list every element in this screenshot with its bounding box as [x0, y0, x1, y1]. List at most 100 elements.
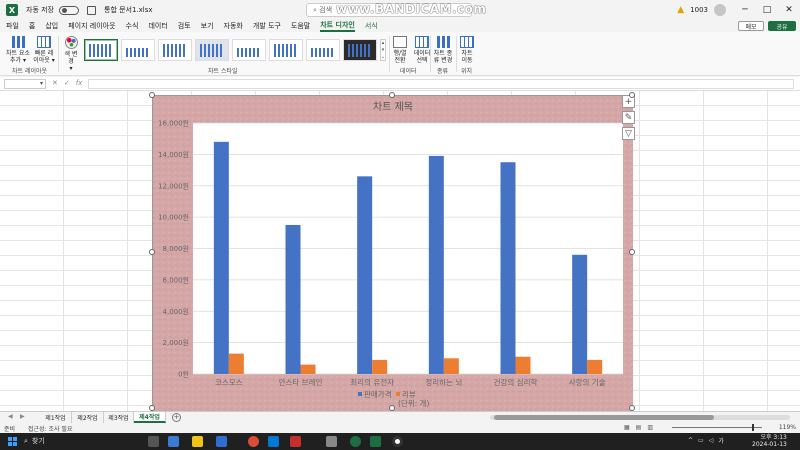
chart-style-1[interactable] — [84, 39, 118, 61]
tab-3[interactable]: 페이지 레이아웃 — [68, 21, 115, 31]
app-icon-5[interactable] — [326, 436, 337, 447]
app-icon-1[interactable] — [168, 436, 179, 447]
tab-1[interactable]: 홈 — [29, 21, 35, 31]
bandicam-watermark: www.BANDICAM.com — [336, 2, 487, 16]
switch-row-column-button[interactable]: 행/열 전환 — [391, 36, 409, 64]
sheet-prev-icon[interactable]: ◀ — [8, 413, 13, 420]
chart-filter-button[interactable]: ▽ — [622, 127, 635, 140]
resize-handle-t[interactable] — [389, 92, 395, 98]
search-icon: ⌕ — [24, 436, 28, 445]
zoom-slider-knob[interactable] — [752, 424, 754, 431]
sheet-tab-4[interactable]: 제4작업 — [134, 412, 166, 423]
share-button[interactable]: 공유 — [768, 21, 796, 31]
change-colors-button[interactable]: 색 변경 ▾ — [62, 36, 80, 72]
page-layout-view-icon[interactable]: ▤ — [636, 424, 642, 431]
windows-start-icon[interactable] — [8, 437, 17, 446]
resize-handle-r[interactable] — [629, 249, 635, 255]
quick-layout-button[interactable]: 빠른 레 이아웃 ▾ — [32, 36, 56, 64]
chart-style-3[interactable] — [158, 39, 192, 61]
y-tick-label: 0원 — [178, 370, 189, 379]
autosave-toggle[interactable] — [59, 5, 79, 15]
add-sheet-button[interactable]: + — [172, 413, 181, 422]
y-tick-label: 4,000원 — [163, 307, 189, 316]
record-icon[interactable] — [392, 436, 403, 447]
app-icon-3[interactable] — [268, 436, 279, 447]
file-explorer-icon[interactable] — [192, 436, 203, 447]
close-button[interactable]: ✕ — [778, 5, 800, 15]
fx-icon[interactable]: fx — [76, 79, 83, 87]
tab-12[interactable]: 서식 — [365, 21, 378, 31]
enter-icon[interactable]: ✓ — [64, 79, 70, 87]
move-chart-button[interactable]: 차트 이동 — [458, 36, 476, 64]
sheet-tab-1[interactable]: 제1작업 — [40, 412, 72, 423]
chart-styles-brush-button[interactable]: ✎ — [622, 111, 635, 124]
app-icon-2[interactable] — [216, 436, 227, 447]
minimize-button[interactable]: ─ — [734, 5, 756, 15]
move-chart-icon — [460, 36, 474, 48]
change-chart-type-button[interactable]: 차트 종 류 변경 — [432, 36, 454, 64]
chrome-icon[interactable] — [248, 436, 259, 447]
accessibility-status[interactable]: 접근성: 조사 필요 — [28, 424, 72, 433]
input-language[interactable]: 가 — [718, 436, 724, 445]
resize-handle-tr[interactable] — [629, 92, 635, 98]
y-tick-label: 16,000원 — [158, 119, 189, 128]
volume-icon[interactable]: ◁ — [709, 437, 714, 444]
chart-style-6[interactable] — [269, 39, 303, 61]
tab-2[interactable]: 삽입 — [45, 21, 58, 31]
user-name[interactable]: 1003 — [690, 6, 708, 14]
app-icon-4[interactable] — [290, 436, 301, 447]
network-icon[interactable]: ▭ — [698, 437, 704, 444]
chart-element-icon — [11, 36, 25, 48]
excel-taskbar-icon[interactable] — [370, 436, 381, 447]
taskbar-clock[interactable]: 오후 3:13 2024-01-13 — [752, 434, 787, 448]
formula-input[interactable] — [88, 79, 794, 89]
location-group-label: 위치 — [461, 68, 473, 75]
tray-chevron-icon[interactable]: ^ — [688, 437, 693, 444]
resize-handle-tl[interactable] — [149, 92, 155, 98]
chart-object[interactable]: 차트 제목 0원 2,000원 4,000원 6,000원 8,000원 10,000원 12… — [152, 95, 633, 411]
task-view-icon[interactable] — [148, 436, 159, 447]
x-tick-label: 안스타 브레인 — [279, 377, 323, 387]
zoom-slider[interactable] — [672, 427, 762, 428]
horizontal-scrollbar[interactable] — [490, 415, 790, 420]
normal-view-icon[interactable]: ▦ — [624, 424, 630, 431]
tab-10[interactable]: 도움말 — [291, 21, 310, 31]
tab-8[interactable]: 자동화 — [224, 21, 243, 31]
tab-9[interactable]: 개발 도구 — [253, 21, 281, 31]
chart-style-5[interactable] — [232, 39, 266, 61]
tab-5[interactable]: 데이터 — [148, 21, 167, 31]
taskbar-search[interactable]: ⌕ 찾기 — [24, 436, 45, 446]
tab-0[interactable]: 파일 — [6, 21, 19, 31]
zoom-level[interactable]: 119% — [779, 424, 796, 431]
chevron-down-icon[interactable]: ▾ — [40, 80, 43, 87]
add-chart-element-button[interactable]: 차트 요소 추가 ▾ — [6, 36, 30, 64]
worksheet-grid[interactable]: 차트 제목 0원 2,000원 4,000원 6,000원 8,000원 10,000원 12… — [0, 91, 800, 411]
memo-button[interactable]: 메모 — [738, 21, 764, 31]
cancel-icon[interactable]: ✕ — [52, 79, 58, 87]
chart-style-8[interactable] — [343, 39, 377, 61]
chart-style-7[interactable] — [306, 39, 340, 61]
maximize-button[interactable]: □ — [756, 5, 778, 15]
save-icon[interactable] — [87, 5, 96, 15]
tab-11[interactable]: 차트 디자인 — [320, 20, 355, 32]
excel-logo-icon: X — [6, 4, 18, 16]
tab-4[interactable]: 수식 — [126, 21, 139, 31]
tab-7[interactable]: 보기 — [201, 21, 214, 31]
file-name[interactable]: 통합 문서1.xlsx — [104, 5, 153, 15]
switch-row-column-icon — [393, 36, 407, 48]
page-break-view-icon[interactable]: ▥ — [647, 424, 653, 431]
avatar[interactable] — [714, 4, 726, 16]
style-gallery-scroll[interactable]: ▴ ▾ ⌄ — [380, 39, 386, 61]
y-tick-label: 12,000원 — [158, 181, 189, 190]
resize-handle-l[interactable] — [149, 249, 155, 255]
sheet-next-icon[interactable]: ▶ — [20, 413, 25, 420]
app-icon-6[interactable] — [350, 436, 361, 447]
sheet-tab-3[interactable]: 제3작업 — [104, 412, 134, 423]
name-box[interactable]: ▾ — [4, 79, 46, 89]
autosave-label: 자동 저장 — [26, 6, 54, 14]
chart-style-2[interactable] — [121, 39, 155, 61]
warning-icon[interactable]: ▲ — [677, 5, 684, 15]
tab-6[interactable]: 검토 — [178, 21, 191, 31]
chart-style-4[interactable] — [195, 39, 229, 61]
sheet-tab-2[interactable]: 제2작업 — [72, 412, 104, 423]
